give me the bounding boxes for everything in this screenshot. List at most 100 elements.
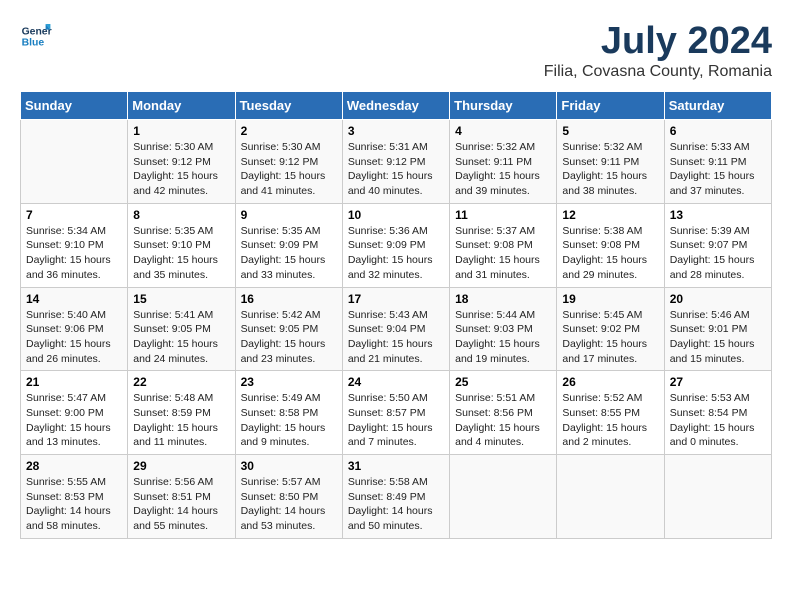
- day-number: 29: [133, 459, 229, 473]
- calendar-cell: 8 Sunrise: 5:35 AMSunset: 9:10 PMDaylight…: [128, 203, 235, 287]
- calendar-cell: 1 Sunrise: 5:30 AMSunset: 9:12 PMDaylight…: [128, 120, 235, 204]
- weekday-header-sunday: Sunday: [21, 92, 128, 120]
- calendar-cell: 30Sunrise: 5:57 AMSunset: 8:50 PMDayligh…: [235, 455, 342, 539]
- logo: General Blue: [20, 20, 52, 52]
- calendar-cell: 2 Sunrise: 5:30 AMSunset: 9:12 PMDaylight…: [235, 120, 342, 204]
- day-info: Sunrise: 5:58 AMSunset: 8:49 PMDaylight:…: [348, 475, 444, 534]
- calendar-cell: 28 Sunrise: 5:55 AMSunset: 8:53 PMDayligh…: [21, 455, 128, 539]
- day-number: 9: [241, 208, 337, 222]
- day-info: Sunrise: 5:55 AMSunset: 8:53 PMDaylight:…: [26, 475, 122, 534]
- calendar-cell: [21, 120, 128, 204]
- day-info: Sunrise: 5:45 AMSunset: 9:02 PMDaylight:…: [562, 308, 658, 367]
- day-number: 11: [455, 208, 551, 222]
- logo-icon: General Blue: [20, 20, 52, 52]
- calendar-week-4: 21 Sunrise: 5:47 AMSunset: 9:00 PMDayligh…: [21, 371, 772, 455]
- month-year-title: July 2024: [544, 20, 772, 63]
- day-number: 12: [562, 208, 658, 222]
- day-info: Sunrise: 5:40 AMSunset: 9:06 PMDaylight:…: [26, 308, 122, 367]
- day-number: 3: [348, 124, 444, 138]
- calendar-week-5: 28 Sunrise: 5:55 AMSunset: 8:53 PMDayligh…: [21, 455, 772, 539]
- day-info: Sunrise: 5:35 AMSunset: 9:10 PMDaylight:…: [133, 224, 229, 283]
- calendar-cell: 10Sunrise: 5:36 AMSunset: 9:09 PMDayligh…: [342, 203, 449, 287]
- day-info: Sunrise: 5:47 AMSunset: 9:00 PMDaylight:…: [26, 391, 122, 450]
- day-number: 14: [26, 292, 122, 306]
- day-info: Sunrise: 5:51 AMSunset: 8:56 PMDaylight:…: [455, 391, 551, 450]
- calendar-week-2: 7 Sunrise: 5:34 AMSunset: 9:10 PMDaylight…: [21, 203, 772, 287]
- calendar-cell: 4 Sunrise: 5:32 AMSunset: 9:11 PMDaylight…: [450, 120, 557, 204]
- day-info: Sunrise: 5:34 AMSunset: 9:10 PMDaylight:…: [26, 224, 122, 283]
- day-info: Sunrise: 5:32 AMSunset: 9:11 PMDaylight:…: [562, 140, 658, 199]
- calendar-cell: 5 Sunrise: 5:32 AMSunset: 9:11 PMDaylight…: [557, 120, 664, 204]
- calendar-cell: 14 Sunrise: 5:40 AMSunset: 9:06 PMDayligh…: [21, 287, 128, 371]
- day-info: Sunrise: 5:46 AMSunset: 9:01 PMDaylight:…: [670, 308, 766, 367]
- calendar-cell: 3 Sunrise: 5:31 AMSunset: 9:12 PMDaylight…: [342, 120, 449, 204]
- day-number: 5: [562, 124, 658, 138]
- weekday-header-tuesday: Tuesday: [235, 92, 342, 120]
- day-number: 6: [670, 124, 766, 138]
- day-number: 2: [241, 124, 337, 138]
- day-info: Sunrise: 5:36 AMSunset: 9:09 PMDaylight:…: [348, 224, 444, 283]
- calendar-cell: 6 Sunrise: 5:33 AMSunset: 9:11 PMDaylight…: [664, 120, 771, 204]
- day-number: 22: [133, 375, 229, 389]
- day-number: 7: [26, 208, 122, 222]
- day-number: 20: [670, 292, 766, 306]
- calendar-cell: 26Sunrise: 5:52 AMSunset: 8:55 PMDayligh…: [557, 371, 664, 455]
- calendar-table: SundayMondayTuesdayWednesdayThursdayFrid…: [20, 91, 772, 539]
- day-number: 30: [241, 459, 337, 473]
- day-info: Sunrise: 5:30 AMSunset: 9:12 PMDaylight:…: [241, 140, 337, 199]
- day-number: 18: [455, 292, 551, 306]
- day-number: 31: [348, 459, 444, 473]
- calendar-cell: 25 Sunrise: 5:51 AMSunset: 8:56 PMDayligh…: [450, 371, 557, 455]
- day-number: 21: [26, 375, 122, 389]
- calendar-week-1: 1 Sunrise: 5:30 AMSunset: 9:12 PMDaylight…: [21, 120, 772, 204]
- calendar-cell: 17Sunrise: 5:43 AMSunset: 9:04 PMDayligh…: [342, 287, 449, 371]
- calendar-cell: [664, 455, 771, 539]
- calendar-cell: 13Sunrise: 5:39 AMSunset: 9:07 PMDayligh…: [664, 203, 771, 287]
- day-number: 17: [348, 292, 444, 306]
- calendar-cell: 23Sunrise: 5:49 AMSunset: 8:58 PMDayligh…: [235, 371, 342, 455]
- calendar-cell: 22 Sunrise: 5:48 AMSunset: 8:59 PMDayligh…: [128, 371, 235, 455]
- calendar-cell: 15 Sunrise: 5:41 AMSunset: 9:05 PMDayligh…: [128, 287, 235, 371]
- title-area: July 2024 Filia, Covasna County, Romania: [544, 20, 772, 81]
- day-info: Sunrise: 5:38 AMSunset: 9:08 PMDaylight:…: [562, 224, 658, 283]
- day-info: Sunrise: 5:41 AMSunset: 9:05 PMDaylight:…: [133, 308, 229, 367]
- day-number: 28: [26, 459, 122, 473]
- day-info: Sunrise: 5:53 AMSunset: 8:54 PMDaylight:…: [670, 391, 766, 450]
- calendar-cell: 18Sunrise: 5:44 AMSunset: 9:03 PMDayligh…: [450, 287, 557, 371]
- calendar-cell: [450, 455, 557, 539]
- calendar-cell: 20 Sunrise: 5:46 AMSunset: 9:01 PMDayligh…: [664, 287, 771, 371]
- calendar-cell: 21 Sunrise: 5:47 AMSunset: 9:00 PMDayligh…: [21, 371, 128, 455]
- day-number: 8: [133, 208, 229, 222]
- day-info: Sunrise: 5:50 AMSunset: 8:57 PMDaylight:…: [348, 391, 444, 450]
- svg-text:Blue: Blue: [22, 38, 45, 49]
- location-subtitle: Filia, Covasna County, Romania: [544, 63, 772, 81]
- day-info: Sunrise: 5:35 AMSunset: 9:09 PMDaylight:…: [241, 224, 337, 283]
- day-number: 16: [241, 292, 337, 306]
- day-info: Sunrise: 5:48 AMSunset: 8:59 PMDaylight:…: [133, 391, 229, 450]
- day-info: Sunrise: 5:30 AMSunset: 9:12 PMDaylight:…: [133, 140, 229, 199]
- weekday-header-friday: Friday: [557, 92, 664, 120]
- day-number: 1: [133, 124, 229, 138]
- calendar-cell: 27Sunrise: 5:53 AMSunset: 8:54 PMDayligh…: [664, 371, 771, 455]
- day-info: Sunrise: 5:42 AMSunset: 9:05 PMDaylight:…: [241, 308, 337, 367]
- calendar-cell: [557, 455, 664, 539]
- calendar-cell: 16 Sunrise: 5:42 AMSunset: 9:05 PMDayligh…: [235, 287, 342, 371]
- day-number: 13: [670, 208, 766, 222]
- day-info: Sunrise: 5:31 AMSunset: 9:12 PMDaylight:…: [348, 140, 444, 199]
- calendar-cell: 31 Sunrise: 5:58 AMSunset: 8:49 PMDayligh…: [342, 455, 449, 539]
- day-info: Sunrise: 5:33 AMSunset: 9:11 PMDaylight:…: [670, 140, 766, 199]
- day-info: Sunrise: 5:32 AMSunset: 9:11 PMDaylight:…: [455, 140, 551, 199]
- day-number: 15: [133, 292, 229, 306]
- day-info: Sunrise: 5:37 AMSunset: 9:08 PMDaylight:…: [455, 224, 551, 283]
- weekday-header-thursday: Thursday: [450, 92, 557, 120]
- calendar-cell: 7 Sunrise: 5:34 AMSunset: 9:10 PMDaylight…: [21, 203, 128, 287]
- day-number: 24: [348, 375, 444, 389]
- weekday-header-wednesday: Wednesday: [342, 92, 449, 120]
- calendar-week-3: 14 Sunrise: 5:40 AMSunset: 9:06 PMDayligh…: [21, 287, 772, 371]
- calendar-cell: 12 Sunrise: 5:38 AMSunset: 9:08 PMDayligh…: [557, 203, 664, 287]
- calendar-cell: 9 Sunrise: 5:35 AMSunset: 9:09 PMDaylight…: [235, 203, 342, 287]
- weekday-header-monday: Monday: [128, 92, 235, 120]
- day-number: 26: [562, 375, 658, 389]
- day-number: 25: [455, 375, 551, 389]
- day-number: 4: [455, 124, 551, 138]
